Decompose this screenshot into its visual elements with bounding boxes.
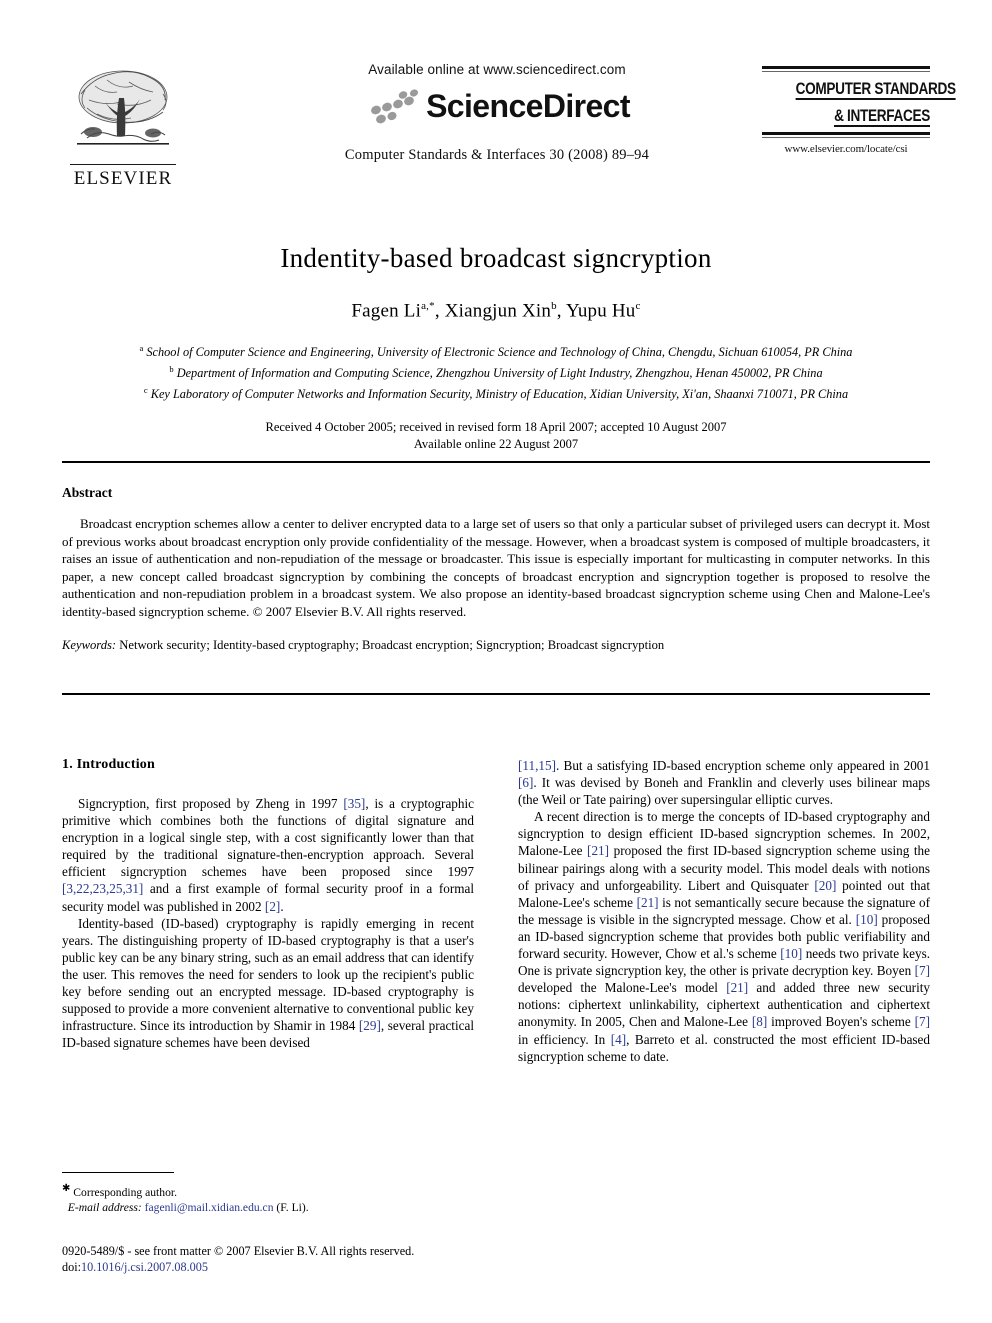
title-block: Indentity-based broadcast signcryption F… xyxy=(62,243,930,453)
abstract-heading: Abstract xyxy=(62,485,113,500)
journal-cover-block: COMPUTER STANDARDS & INTERFACES www.else… xyxy=(762,66,956,155)
citation-link[interactable]: [10] xyxy=(780,946,802,961)
cover-title-line-1: COMPUTER STANDARDS xyxy=(795,79,956,101)
abstract-text: Broadcast encryption schemes allow a cen… xyxy=(62,516,930,619)
sciencedirect-dots-icon xyxy=(364,86,424,126)
affiliation-a: a School of Computer Science and Enginee… xyxy=(62,340,930,361)
abstract-copyright: © 2007 Elsevier B.V. All rights reserved… xyxy=(252,603,467,619)
citation-link[interactable]: [11,15] xyxy=(518,758,556,773)
available-online-text: Available online at www.sciencedirect.co… xyxy=(368,62,626,77)
citation-link[interactable]: [35] xyxy=(343,796,365,811)
affiliation-mark-c: c xyxy=(143,384,148,395)
affiliation-c: c Key Laboratory of Computer Networks an… xyxy=(62,382,930,403)
corresponding-author-text: Corresponding author. xyxy=(73,1185,177,1199)
doi-link[interactable]: 10.1016/j.csi.2007.08.005 xyxy=(81,1260,208,1274)
paragraph-id-based-signcryption: A recent direction is to merge the conce… xyxy=(518,809,931,1064)
sciencedirect-logo: ScienceDirect xyxy=(262,83,732,129)
author-sup-2: b xyxy=(551,300,557,312)
abstract-top-divider xyxy=(62,461,930,463)
elsevier-divider xyxy=(70,164,176,166)
affiliation-text-c: Key Laboratory of Computer Networks and … xyxy=(150,386,849,401)
citation-link[interactable]: [3,22,23,25,31] xyxy=(62,881,143,896)
author-name-3: Yupu Hu xyxy=(566,300,636,322)
paragraph-id-based-encryption: [11,15]. But a satisfying ID-based encry… xyxy=(518,758,930,808)
corresponding-author-note: ✱ Corresponding author. xyxy=(62,1181,474,1200)
footer-block: 0920-5489/$ - see front matter © 2007 El… xyxy=(62,1243,562,1275)
citation-link[interactable]: [20] xyxy=(814,878,836,893)
sciencedirect-wordmark: ScienceDirect xyxy=(426,88,630,124)
column-left: 1. Introduction Signcryption, first prop… xyxy=(62,757,474,1051)
affiliation-b: b Department of Information and Computin… xyxy=(62,361,930,382)
abstract-section: Abstract Broadcast encryption schemes al… xyxy=(62,485,930,653)
elsevier-logo: ELSEVIER xyxy=(62,64,184,196)
email-note: E-mail address: fagenli@mail.xidian.edu.… xyxy=(62,1200,474,1215)
affiliation-mark-b: b xyxy=(169,363,174,374)
email-link[interactable]: fagenli@mail.xidian.edu.cn xyxy=(145,1201,274,1214)
citation-link[interactable]: [7] xyxy=(915,963,930,978)
citation-link[interactable]: [2] xyxy=(265,899,280,914)
citation-link[interactable]: [21] xyxy=(637,895,659,910)
citation-link[interactable]: [8] xyxy=(752,1014,767,1029)
doi-label: doi: xyxy=(62,1260,81,1274)
paragraph-id-based-crypto: Identity-based (ID-based) cryptography i… xyxy=(62,915,475,1051)
citation-link[interactable]: [7] xyxy=(915,1014,930,1029)
footnote-block: ✱ Corresponding author. E-mail address: … xyxy=(62,1172,474,1216)
affiliation-list: a School of Computer Science and Enginee… xyxy=(62,340,930,402)
elsevier-wordmark: ELSEVIER xyxy=(73,168,173,190)
keywords-label: Keywords: xyxy=(62,637,117,652)
publication-dates: Received 4 October 2005; received in rev… xyxy=(62,419,930,453)
available-online-date: Available online 22 August 2007 xyxy=(413,437,579,452)
cover-bottom-rule xyxy=(762,132,930,136)
cover-bottom-rules xyxy=(762,132,930,139)
doi-line: doi:10.1016/j.csi.2007.08.005 xyxy=(62,1259,562,1275)
citation-link[interactable]: [6] xyxy=(518,775,533,790)
footnote-divider xyxy=(62,1172,174,1174)
citation-link[interactable]: [21] xyxy=(726,980,748,995)
asterisk-icon: ✱ xyxy=(62,1183,71,1195)
citation-link[interactable]: [4] xyxy=(611,1032,626,1047)
elsevier-tree-icon xyxy=(67,64,179,164)
affiliation-mark-a: a xyxy=(139,343,144,354)
keywords-line: Keywords: Network security; Identity-bas… xyxy=(62,638,930,653)
abstract-bottom-divider xyxy=(62,693,930,695)
cover-top-rule-thin xyxy=(762,71,930,73)
email-label: E-mail address: xyxy=(67,1201,142,1215)
paper-page: ELSEVIER Available online at www.science… xyxy=(0,0,992,1323)
journal-citation: Computer Standards & Interfaces 30 (2008… xyxy=(344,147,650,163)
journal-url[interactable]: www.elsevier.com/locate/csi xyxy=(762,143,930,155)
author-list: Fagen Lia,*, Xiangjun Xinb, Yupu Huc xyxy=(351,300,641,322)
abstract-body: Broadcast encryption schemes allow a cen… xyxy=(62,515,930,621)
cover-title-line-2: & INTERFACES xyxy=(834,106,930,128)
section-heading-introduction: 1. Introduction xyxy=(62,757,155,772)
issn-copyright-line: 0920-5489/$ - see front matter © 2007 El… xyxy=(62,1244,415,1258)
masthead: ELSEVIER Available online at www.science… xyxy=(62,62,956,202)
citation-link[interactable]: [10] xyxy=(856,912,878,927)
column-right: [11,15]. But a satisfying ID-based encry… xyxy=(518,757,930,1065)
body-columns: 1. Introduction Signcryption, first prop… xyxy=(62,757,930,1177)
paragraph-signcryption: Signcryption, first proposed by Zheng in… xyxy=(62,796,474,914)
author-sup-1: a,* xyxy=(421,300,435,312)
author-name-1: Fagen Li xyxy=(351,300,422,322)
keywords-value: Network security; Identity-based cryptog… xyxy=(119,637,665,652)
citation-link[interactable]: [21] xyxy=(587,843,609,858)
affiliation-text-b: Department of Information and Computing … xyxy=(176,366,823,381)
cover-bottom-rule-thin xyxy=(762,137,930,139)
citation-link[interactable]: [29] xyxy=(359,1018,381,1033)
author-name-2: Xiangjun Xin xyxy=(444,300,552,322)
sciencedirect-block: Available online at www.sciencedirect.co… xyxy=(262,62,732,164)
affiliation-text-a: School of Computer Science and Engineeri… xyxy=(146,345,853,360)
page-title: Indentity-based broadcast signcryption xyxy=(280,243,712,273)
cover-top-rule xyxy=(762,66,930,69)
email-suffix: (F. Li). xyxy=(276,1201,309,1215)
received-dates: Received 4 October 2005; received in rev… xyxy=(265,420,727,435)
author-sup-3: c xyxy=(635,300,641,312)
